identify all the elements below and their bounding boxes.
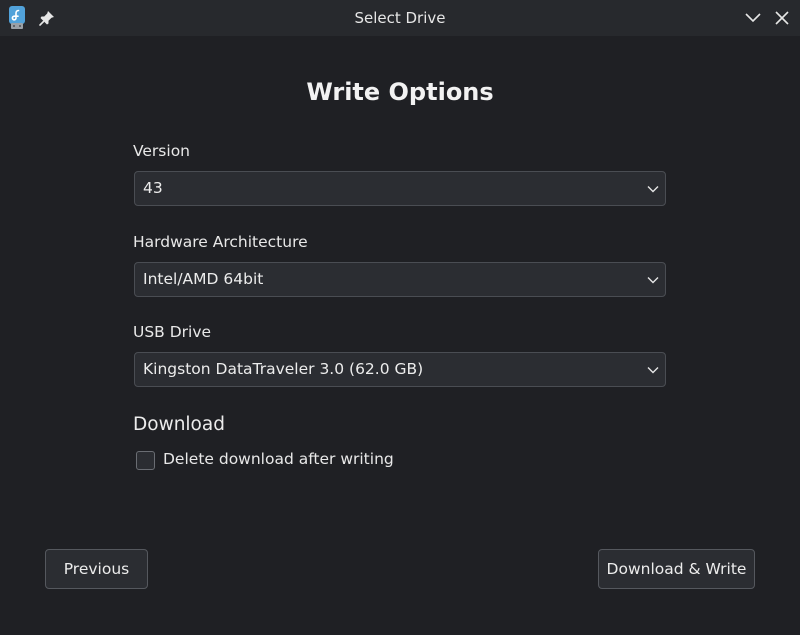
usb-drive-dropdown[interactable]: Kingston DataTraveler 3.0 (62.0 GB) [134, 352, 666, 387]
download-section-title: Download [133, 414, 225, 435]
window-title: Select Drive [354, 9, 446, 27]
chevron-down-icon [647, 367, 659, 374]
chevron-down-icon [647, 186, 659, 193]
architecture-label: Hardware Architecture [133, 233, 308, 251]
fedora-logo-icon [9, 6, 25, 29]
delete-download-checkbox[interactable] [136, 451, 155, 470]
app-window: Select Drive Write Options Version 43 Ha… [0, 0, 800, 635]
delete-download-label[interactable]: Delete download after writing [163, 450, 394, 468]
chevron-down-icon[interactable] [743, 8, 763, 28]
architecture-dropdown[interactable]: Intel/AMD 64bit [134, 262, 666, 297]
version-dropdown[interactable]: 43 [134, 171, 666, 206]
chevron-down-icon [647, 277, 659, 284]
previous-button[interactable]: Previous [45, 549, 148, 589]
title-bar[interactable]: Select Drive [0, 0, 800, 36]
page-title: Write Options [306, 78, 494, 106]
version-value: 43 [143, 179, 163, 197]
download-write-button[interactable]: Download & Write [598, 549, 755, 589]
pin-icon[interactable] [38, 9, 56, 27]
close-icon[interactable] [772, 8, 792, 28]
usb-drive-label: USB Drive [133, 323, 212, 341]
version-label: Version [133, 142, 190, 160]
architecture-value: Intel/AMD 64bit [143, 270, 264, 288]
usb-drive-value: Kingston DataTraveler 3.0 (62.0 GB) [143, 360, 424, 378]
